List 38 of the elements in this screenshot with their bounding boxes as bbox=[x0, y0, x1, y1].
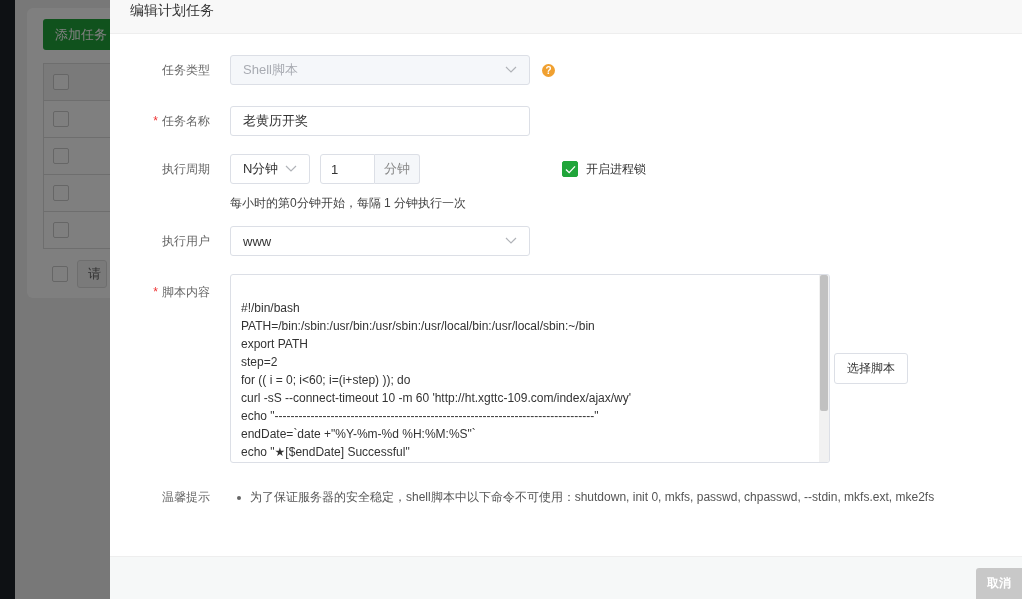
field-label: 温馨提示 bbox=[161, 489, 211, 506]
tip-text: 为了保证服务器的安全稳定，shell脚本中以下命令不可使用：shutdown, init 0, mkfs, passwd, chpasswd, --stdin, mkfs.ext, mke2fs bbox=[250, 489, 935, 506]
chevron-down-icon bbox=[505, 66, 517, 74]
schedule-hint: 每小时的第0分钟开始，每隔 1 分钟执行一次 bbox=[230, 195, 467, 212]
chevron-down-icon bbox=[285, 165, 297, 173]
choose-script-button[interactable]: 选择脚本 bbox=[834, 353, 908, 384]
field-label: * 脚本内容 bbox=[152, 284, 211, 301]
code-line: endDate=`date +"%Y-%m-%d %H:%M:%S"` bbox=[241, 426, 477, 443]
task-name-input[interactable]: 老黄历开奖 bbox=[230, 106, 530, 136]
row-checkbox[interactable] bbox=[53, 185, 69, 201]
chevron-down-icon bbox=[505, 237, 517, 245]
field-label: 执行周期 bbox=[161, 160, 211, 178]
row-checkbox[interactable] bbox=[53, 148, 69, 164]
code-line: echo "★[$endDate] Successful" bbox=[241, 444, 411, 461]
checkbox-label: 开启进程锁 bbox=[586, 160, 646, 178]
row-checkbox[interactable] bbox=[53, 222, 69, 238]
code-line: for (( i = 0; i<60; i=(i+step) )); do bbox=[241, 372, 412, 389]
field-label: * 任务名称 bbox=[152, 112, 211, 130]
field-label: 任务类型 bbox=[161, 61, 211, 79]
unit-addon: 分钟 bbox=[375, 154, 420, 184]
code-line: PATH=/bin:/sbin:/usr/bin:/usr/sbin:/usr/local/bin:/usr/local/sbin:~/bin bbox=[241, 318, 596, 335]
field-label: 执行用户 bbox=[161, 232, 211, 250]
user-select[interactable]: www bbox=[230, 226, 530, 256]
script-editor[interactable] bbox=[230, 274, 830, 463]
bullet-icon bbox=[237, 495, 241, 500]
code-line: step=2 bbox=[241, 354, 279, 371]
minutes-input[interactable]: 1 bbox=[320, 154, 375, 184]
code-line: #!/bin/bash bbox=[241, 300, 301, 317]
code-line: echo "--------------------------------------------------------------------------------" bbox=[241, 408, 600, 425]
scrollbar[interactable] bbox=[819, 275, 829, 462]
code-line: export PATH bbox=[241, 336, 309, 353]
dialog-title: 编辑计划任务 bbox=[130, 1, 214, 20]
row-checkbox[interactable] bbox=[53, 74, 69, 90]
row-checkbox[interactable] bbox=[53, 111, 69, 127]
select-all-checkbox[interactable] bbox=[52, 266, 68, 282]
checkbox[interactable] bbox=[562, 161, 578, 177]
code-line: curl -sS --connect-timeout 10 -m 60 'http://ht.xgttc-109.com/index/ajax/wy' bbox=[241, 390, 633, 407]
period-unit-select[interactable]: N分钟 bbox=[230, 154, 310, 184]
